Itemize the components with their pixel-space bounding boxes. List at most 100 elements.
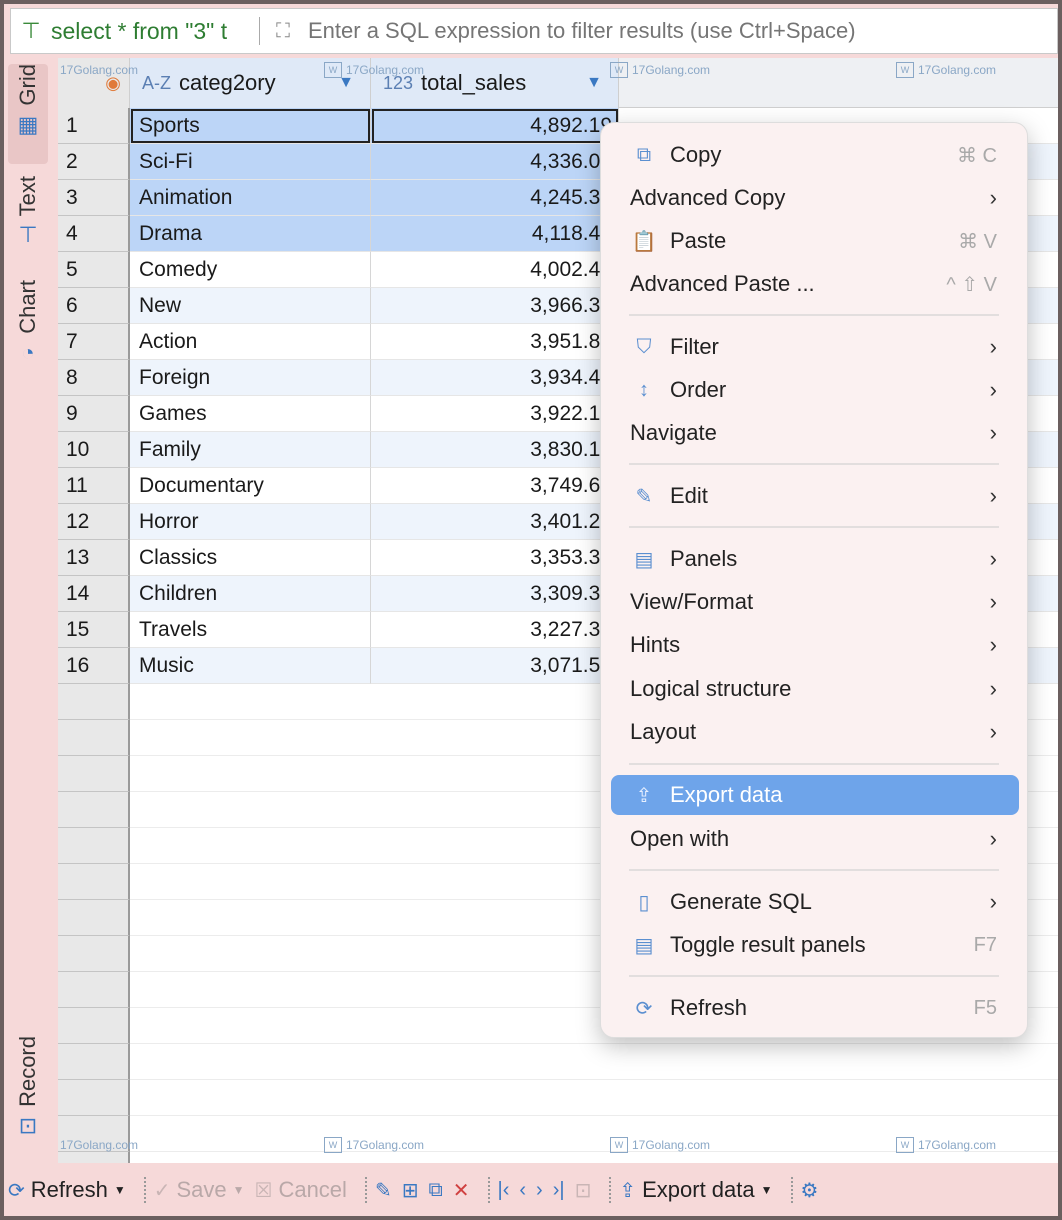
- export-data-button[interactable]: ⇪ Export data ▼: [619, 1177, 772, 1203]
- tab-text[interactable]: Text ⊤: [8, 176, 48, 276]
- row-number[interactable]: 10: [58, 432, 130, 468]
- cell-category[interactable]: Comedy: [130, 252, 371, 288]
- row-number[interactable]: 8: [58, 360, 130, 396]
- cell-total-sales[interactable]: 3,309.39: [371, 576, 619, 612]
- menu-item-filter[interactable]: ⛉ Filter ›: [611, 327, 1019, 367]
- cell-total-sales[interactable]: 4,118.46: [371, 216, 619, 252]
- menu-separator: [629, 975, 999, 977]
- cell-category[interactable]: Music: [130, 648, 371, 684]
- row-number[interactable]: 3: [58, 180, 130, 216]
- cell-total-sales[interactable]: 3,227.36: [371, 612, 619, 648]
- cell-total-sales[interactable]: 4,245.31: [371, 180, 619, 216]
- add-row-icon: ⊞: [401, 1179, 419, 1202]
- menu-item-advanced-copy[interactable]: Advanced Copy ›: [611, 178, 1019, 218]
- row-number[interactable]: 13: [58, 540, 130, 576]
- dropdown-caret-icon[interactable]: ▼: [233, 1183, 245, 1197]
- cell-total-sales[interactable]: 3,966.38: [371, 288, 619, 324]
- row-number[interactable]: 2: [58, 144, 130, 180]
- column-name: total_sales: [421, 70, 527, 95]
- cell-category[interactable]: Travels: [130, 612, 371, 648]
- cell-category[interactable]: Children: [130, 576, 371, 612]
- cell-category[interactable]: Action: [130, 324, 371, 360]
- next-page-button[interactable]: ›: [536, 1179, 543, 1202]
- cell-total-sales[interactable]: 3,401.27: [371, 504, 619, 540]
- cell-category[interactable]: Games: [130, 396, 371, 432]
- menu-item-hints[interactable]: Hints ›: [611, 625, 1019, 665]
- tab-chart[interactable]: Chart ◔: [8, 280, 48, 380]
- cell-total-sales[interactable]: 4,892.19: [371, 108, 619, 144]
- refresh-button[interactable]: ⟳ Refresh ▼: [8, 1177, 126, 1203]
- menu-item-export-data[interactable]: ⇪ Export data: [611, 775, 1019, 815]
- row-number[interactable]: 7: [58, 324, 130, 360]
- cancel-button[interactable]: ☒ Cancel: [255, 1177, 347, 1203]
- cell-total-sales[interactable]: 3,830.15: [371, 432, 619, 468]
- cell-total-sales[interactable]: 4,002.48: [371, 252, 619, 288]
- cell-category[interactable]: Foreign: [130, 360, 371, 396]
- tab-record[interactable]: Record ⊡: [8, 1036, 48, 1156]
- menu-item-logical-structure[interactable]: Logical structure ›: [611, 669, 1019, 709]
- menu-item-panels[interactable]: ▤ Panels ›: [611, 539, 1019, 579]
- cell-category[interactable]: New: [130, 288, 371, 324]
- row-number[interactable]: 4: [58, 216, 130, 252]
- menu-item-view-format[interactable]: View/Format ›: [611, 582, 1019, 622]
- menu-item-edit[interactable]: ✎ Edit ›: [611, 476, 1019, 516]
- query-text[interactable]: select * from "3" t: [51, 18, 251, 45]
- sort-arrow-icon[interactable]: ▼: [586, 74, 602, 92]
- row-number[interactable]: 9: [58, 396, 130, 432]
- row-number[interactable]: 14: [58, 576, 130, 612]
- tab-grid[interactable]: Grid ▦: [8, 64, 48, 164]
- cell-category[interactable]: Animation: [130, 180, 371, 216]
- menu-item-label: Filter: [670, 334, 719, 359]
- chevron-right-icon: ›: [989, 377, 997, 402]
- row-number[interactable]: 12: [58, 504, 130, 540]
- cell-total-sales[interactable]: 3,749.65: [371, 468, 619, 504]
- menu-separator: [629, 463, 999, 465]
- menu-item-open-with[interactable]: Open with ›: [611, 819, 1019, 859]
- copy-row-button[interactable]: ⧉: [428, 1179, 442, 1202]
- row-number[interactable]: 15: [58, 612, 130, 648]
- row-number[interactable]: 6: [58, 288, 130, 324]
- settings-button[interactable]: ⚙: [801, 1178, 819, 1203]
- cell-total-sales[interactable]: 3,922.18: [371, 396, 619, 432]
- cell-category[interactable]: Documentary: [130, 468, 371, 504]
- add-row-button[interactable]: ⊞: [402, 1178, 419, 1203]
- menu-item-generate-sql[interactable]: ▯ Generate SQL ›: [611, 882, 1019, 922]
- menu-item-toggle-result-panels[interactable]: ▤ Toggle result panels F7: [611, 925, 1019, 965]
- cell-category[interactable]: Classics: [130, 540, 371, 576]
- cell-total-sales[interactable]: 4,336.01: [371, 144, 619, 180]
- cell-total-sales[interactable]: 3,934.47: [371, 360, 619, 396]
- dropdown-caret-icon[interactable]: ▼: [114, 1183, 126, 1197]
- empty-row: [130, 1152, 1058, 1163]
- toolbar-separator: [364, 1177, 367, 1203]
- cell-category[interactable]: Family: [130, 432, 371, 468]
- empty-row-number: [58, 684, 130, 720]
- cell-category[interactable]: Sports: [130, 108, 371, 144]
- cell-category[interactable]: Drama: [130, 216, 371, 252]
- row-number[interactable]: 5: [58, 252, 130, 288]
- cell-total-sales[interactable]: 3,951.84: [371, 324, 619, 360]
- menu-item-layout[interactable]: Layout ›: [611, 712, 1019, 752]
- menu-item-advanced-paste[interactable]: Advanced Paste ... ^ ⇧ V: [611, 264, 1019, 304]
- row-number[interactable]: 1: [58, 108, 130, 144]
- filter-input[interactable]: [298, 17, 1057, 45]
- row-number[interactable]: 16: [58, 648, 130, 684]
- last-page-button[interactable]: ›|: [553, 1179, 565, 1202]
- cell-total-sales[interactable]: 3,353.38: [371, 540, 619, 576]
- menu-item-refresh[interactable]: ⟳ Refresh F5: [611, 988, 1019, 1028]
- edit-row-button[interactable]: ✎: [375, 1178, 392, 1203]
- cell-category[interactable]: Sci-Fi: [130, 144, 371, 180]
- menu-item-copy[interactable]: ⧉ Copy ⌘ C: [611, 135, 1019, 175]
- fetch-all-button[interactable]: ⊡: [575, 1178, 592, 1203]
- dropdown-caret-icon[interactable]: ▼: [761, 1183, 773, 1197]
- menu-item-paste[interactable]: 📋 Paste ⌘ V: [611, 221, 1019, 261]
- cell-category[interactable]: Horror: [130, 504, 371, 540]
- first-page-button[interactable]: |‹: [498, 1179, 510, 1202]
- menu-item-navigate[interactable]: Navigate ›: [611, 413, 1019, 453]
- menu-item-order[interactable]: ↕ Order ›: [611, 370, 1019, 410]
- expand-icon[interactable]: ⛶: [268, 20, 298, 43]
- row-number[interactable]: 11: [58, 468, 130, 504]
- prev-page-button[interactable]: ‹: [519, 1179, 526, 1202]
- delete-row-button[interactable]: ✕: [453, 1178, 470, 1203]
- cell-total-sales[interactable]: 3,071.52: [371, 648, 619, 684]
- save-button[interactable]: ✓ Save ▼: [154, 1177, 245, 1203]
